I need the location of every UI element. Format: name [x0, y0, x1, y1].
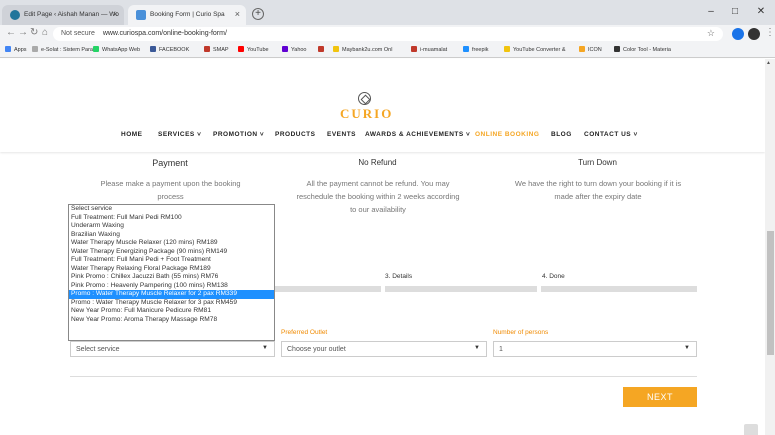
nav-services[interactable]: SERVICES ˅	[158, 131, 201, 138]
url-text: www.curiospa.com/online-booking-form/	[102, 30, 227, 37]
close-window-button[interactable]: ✕	[750, 4, 772, 20]
close-tab-icon[interactable]: ×	[235, 9, 240, 19]
service-option[interactable]: Full Treatment: Full Mani Pedi RM100	[69, 214, 274, 223]
service-option[interactable]: Underarm Waxing	[69, 222, 274, 231]
address-bar-row: ← → ↻ ⌂ Not secure www.curiospa.com/onli…	[0, 25, 775, 43]
turn-down-title: Turn Down	[578, 158, 617, 167]
site-favicon-icon	[136, 10, 146, 20]
maximize-button[interactable]: □	[724, 4, 746, 20]
bookmark-icon[interactable]: ICON	[579, 46, 602, 53]
bookmark-esolat[interactable]: e-Solat : Sistem Paras	[32, 46, 96, 53]
service-option[interactable]: Water Therapy Relaxing Floral Package RM…	[69, 265, 274, 274]
url-input[interactable]: Not secure www.curiospa.com/online-booki…	[53, 27, 723, 41]
bookmark-facebook[interactable]: FACEBOOK	[150, 46, 189, 53]
no-refund-title: No Refund	[358, 158, 397, 167]
home-icon[interactable]: ⌂	[42, 27, 48, 38]
nav-home[interactable]: HOME	[121, 131, 143, 138]
bookmark-unnamed[interactable]	[318, 46, 327, 53]
chevron-down-icon: ▼	[684, 345, 690, 351]
service-option[interactable]: Promo : Water Therapy Muscle Relaxer for…	[69, 299, 274, 308]
service-dropdown-list[interactable]: Select service Full Treatment: Full Mani …	[68, 204, 275, 341]
service-select[interactable]: Select service ▼	[70, 341, 275, 357]
bookmark-apps[interactable]: Apps	[5, 46, 27, 53]
turn-down-text: We have the right to turn down your book…	[514, 179, 682, 201]
nav-online-booking[interactable]: ONLINE BOOKING	[475, 131, 539, 138]
logo-emblem-icon	[358, 92, 371, 105]
profile-avatar[interactable]	[748, 28, 760, 40]
wordpress-icon	[10, 10, 20, 20]
step-2-bar	[272, 286, 381, 292]
scrollbar-thumb[interactable]	[767, 231, 774, 355]
nav-blog[interactable]: BLOG	[551, 131, 572, 138]
bookmark-maybank[interactable]: Maybank2u.com Onl	[333, 46, 392, 53]
number-of-persons-label: Number of persons	[493, 329, 549, 336]
no-refund-text: All the payment cannot be refund. You ma…	[296, 179, 460, 214]
service-option[interactable]: Select service	[69, 205, 274, 214]
tab-label: Booking Form | Curio Spa	[150, 11, 225, 18]
step-details-label: 3. Details	[385, 273, 413, 280]
menu-icon[interactable]: ⋮	[765, 27, 775, 38]
security-indicator[interactable]: Not secure	[61, 30, 95, 37]
step-4-bar	[541, 286, 697, 292]
bookmark-whatsapp[interactable]: WhatsApp Web	[93, 46, 140, 53]
step-done-label: 4. Done	[542, 273, 565, 280]
service-option[interactable]: Brazilian Waxing	[69, 231, 274, 240]
minimize-button[interactable]: –	[700, 4, 722, 20]
service-option[interactable]: Pink Promo : Heavenly Pampering (100 min…	[69, 282, 274, 291]
preferred-outlet-label: Preferred Outlet	[281, 329, 328, 336]
reload-icon[interactable]: ↻	[30, 27, 38, 38]
chevron-down-icon: ▼	[262, 345, 268, 351]
bookmark-yahoo[interactable]: Yahoo	[282, 46, 307, 53]
scroll-to-top-button[interactable]	[744, 424, 758, 435]
bookmark-color-tool[interactable]: Color Tool - Materia	[614, 46, 671, 53]
service-option[interactable]: Water Therapy Muscle Relaxer (120 mins) …	[69, 239, 274, 248]
bookmarks-bar: Apps e-Solat : Sistem Paras WhatsApp Web…	[0, 43, 775, 58]
service-option[interactable]: New Year Promo: Aroma Therapy Massage RM…	[69, 316, 274, 325]
next-button[interactable]: NEXT	[623, 387, 697, 407]
service-option[interactable]: Water Therapy Energizing Package (90 min…	[69, 248, 274, 257]
tab-edit-page[interactable]: Edit Page ‹ Aishah Manan — Wo ×	[2, 5, 124, 25]
forward-icon[interactable]: →	[18, 27, 28, 38]
close-tab-icon[interactable]: ×	[113, 9, 118, 19]
nav-contact-us[interactable]: CONTACT US ˅	[584, 131, 638, 138]
service-option[interactable]: Pink Promo : Chillex Jacuzzi Bath (55 mi…	[69, 273, 274, 282]
bookmark-youtube[interactable]: YouTube	[238, 46, 269, 53]
bookmark-freepik[interactable]: freepik	[463, 46, 489, 53]
tab-booking-form[interactable]: Booking Form | Curio Spa ×	[128, 5, 246, 25]
nav-promotion[interactable]: PROMOTION ˅	[213, 131, 264, 138]
bookmark-star-icon[interactable]: ☆	[707, 28, 715, 39]
browser-tab-strip: Edit Page ‹ Aishah Manan — Wo × Booking …	[0, 0, 775, 25]
scroll-up-arrow-icon[interactable]: ▲	[766, 60, 771, 66]
nav-events[interactable]: EVENTS	[327, 131, 356, 138]
payment-text: Please make a payment upon the booking p…	[100, 179, 241, 201]
bookmark-youtube-converter[interactable]: YouTube Converter &	[504, 46, 566, 53]
tab-label: Edit Page ‹ Aishah Manan — Wo	[24, 11, 119, 18]
new-tab-button[interactable]: +	[252, 8, 264, 20]
chevron-down-icon: ▼	[474, 345, 480, 351]
bookmark-smap[interactable]: SMAP	[204, 46, 229, 53]
payment-title: Payment	[152, 158, 188, 168]
extension-icon[interactable]	[732, 28, 744, 40]
nav-products[interactable]: PRODUCTS	[275, 131, 315, 138]
site-logo[interactable]: CURIO	[340, 106, 391, 122]
step-3-bar	[385, 286, 537, 292]
service-option[interactable]: Promo : Water Therapy Muscle Relaxer for…	[69, 290, 274, 299]
site-header: CURIO	[0, 59, 765, 152]
persons-select[interactable]: 1 ▼	[493, 341, 697, 357]
service-option[interactable]: New Year Promo: Full Manicure Pedicure R…	[69, 307, 274, 316]
nav-awards[interactable]: AWARDS & ACHIEVEMENTS ˅	[365, 131, 470, 138]
back-icon[interactable]: ←	[6, 27, 16, 38]
bookmark-imuamalat[interactable]: i-muamalat	[411, 46, 447, 53]
outlet-select[interactable]: Choose your outlet ▼	[281, 341, 487, 357]
form-divider	[70, 376, 697, 377]
service-option[interactable]: Full Treatment: Full Mani Pedi + Foot Tr…	[69, 256, 274, 265]
